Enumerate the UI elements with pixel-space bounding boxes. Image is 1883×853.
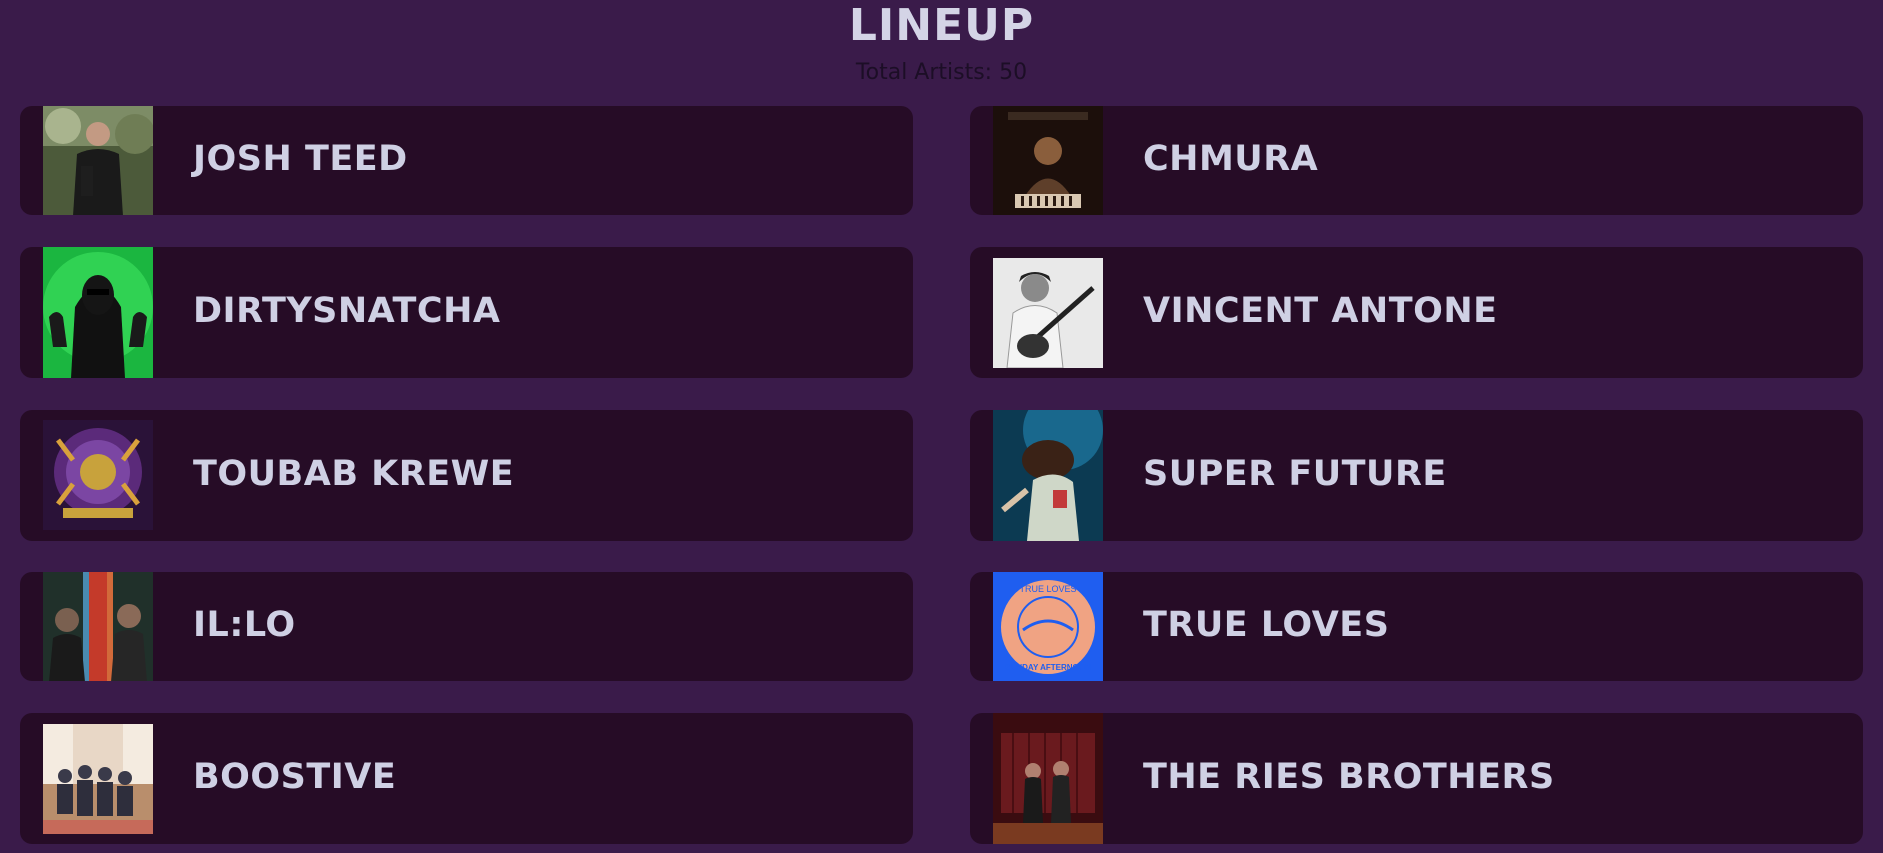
artist-photo-chmura: [993, 106, 1103, 215]
artist-card-true-loves[interactable]: TRUE LOVES SUNDAY AFTERNOON TRUE LOVES: [970, 572, 1863, 681]
artist-photo-josh-teed: [43, 106, 153, 215]
artist-card-boostive[interactable]: BOOSTIVE: [20, 713, 913, 844]
artist-photo-vincent-antone: [993, 258, 1103, 368]
artist-photo-the-ries-brothers: [993, 713, 1103, 844]
artist-photo-il-lo: [43, 572, 153, 681]
artist-photo-true-loves: TRUE LOVES SUNDAY AFTERNOON: [993, 572, 1103, 681]
page-title: LINEUP: [848, 0, 1035, 51]
artist-name: JOSH TEED: [193, 139, 408, 179]
artist-card-vincent-antone[interactable]: VINCENT ANTONE: [970, 247, 1863, 378]
artist-card-il-lo[interactable]: IL:LO: [20, 572, 913, 681]
true-loves-badge-top: TRUE LOVES: [1019, 584, 1076, 594]
artist-photo-boostive: [43, 724, 153, 834]
artist-card-chmura[interactable]: CHMURA: [970, 106, 1863, 215]
artist-card-dirtysnatcha[interactable]: DIRTYSNATCHA: [20, 247, 913, 378]
artist-photo-toubab-krewe: [43, 420, 153, 530]
artist-name: CHMURA: [1143, 139, 1319, 179]
artist-name: BOOSTIVE: [193, 757, 397, 797]
artist-card-super-future[interactable]: SUPER FUTURE: [970, 410, 1863, 541]
true-loves-badge-bottom: SUNDAY AFTERNOON: [1005, 663, 1091, 672]
artist-card-josh-teed[interactable]: JOSH TEED: [20, 106, 913, 215]
artist-name: TRUE LOVES: [1143, 605, 1390, 645]
artist-name: THE RIES BROTHERS: [1143, 757, 1555, 797]
artist-card-the-ries-brothers[interactable]: THE RIES BROTHERS: [970, 713, 1863, 844]
artist-name: SUPER FUTURE: [1143, 454, 1447, 494]
artist-name: IL:LO: [193, 605, 296, 645]
artist-name: TOUBAB KREWE: [193, 454, 515, 494]
artist-card-toubab-krewe[interactable]: TOUBAB KREWE: [20, 410, 913, 541]
artist-photo-super-future: [993, 410, 1103, 541]
artist-name: VINCENT ANTONE: [1143, 291, 1498, 331]
artist-name: DIRTYSNATCHA: [193, 291, 501, 331]
artist-photo-dirtysnatcha: [43, 247, 153, 378]
artist-count: Total Artists: 50: [855, 60, 1028, 85]
